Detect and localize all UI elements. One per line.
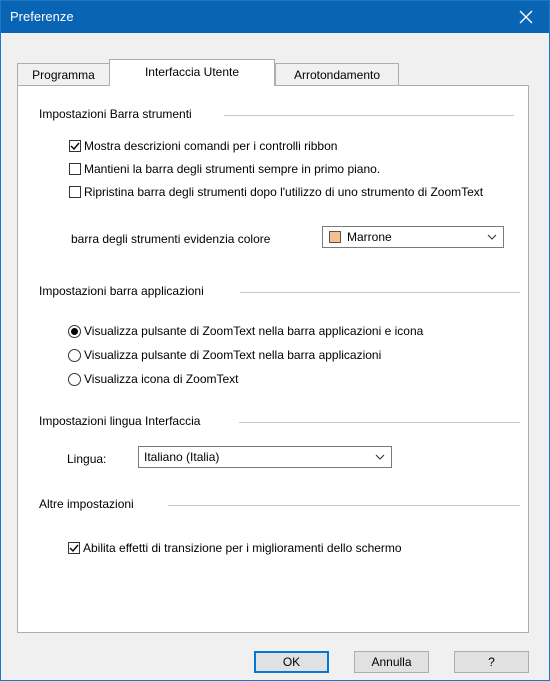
tab-panel: Impostazioni Barra strumenti Mostra desc… (17, 85, 529, 633)
checkbox-label: Mostra descrizioni comandi per i control… (84, 139, 338, 153)
chevron-down-icon (375, 454, 385, 460)
color-swatch (329, 231, 341, 243)
tab-interfaccia-utente[interactable]: Interfaccia Utente (109, 59, 275, 86)
radio-button-and-icon[interactable]: Visualizza pulsante di ZoomText nella ba… (68, 324, 423, 338)
window-title: Preferenze (10, 9, 74, 24)
divider (224, 115, 514, 116)
language-label: Lingua: (67, 452, 107, 466)
tab-label: Programma (32, 68, 95, 82)
button-label: OK (282, 655, 301, 669)
checkbox-box[interactable] (68, 542, 80, 554)
radio-icon-only[interactable]: Visualizza icona di ZoomText (68, 372, 239, 386)
tab-label: Arrotondamento (293, 68, 381, 82)
divider (168, 505, 520, 506)
checkbox-box[interactable] (69, 186, 81, 198)
close-button[interactable] (503, 1, 549, 33)
tab-arrotondamento[interactable]: Arrotondamento (275, 63, 399, 85)
tab-label: Interfaccia Utente (144, 65, 240, 79)
checkbox-box[interactable] (69, 140, 81, 152)
checkbox-restore-toolbar[interactable]: Ripristina barra degli strumenti dopo l'… (69, 185, 483, 199)
close-icon (519, 10, 533, 24)
radio-button-only[interactable]: Visualizza pulsante di ZoomText nella ba… (68, 348, 381, 362)
button-label: ? (488, 655, 495, 669)
tab-programma[interactable]: Programma (17, 63, 110, 85)
checkbox-toolbar-on-top[interactable]: Mantieni la barra degli strumenti sempre… (69, 162, 380, 176)
radio-label: Visualizza pulsante di ZoomText nella ba… (84, 348, 382, 362)
radio-circle[interactable] (68, 372, 81, 386)
group-title-appbar: Impostazioni barra applicazioni (39, 284, 204, 298)
radio-circle[interactable] (68, 324, 81, 338)
radio-circle[interactable] (68, 348, 81, 362)
checkbox-label: Mantieni la barra degli strumenti sempre… (84, 162, 381, 176)
radio-label: Visualizza icona di ZoomText (84, 372, 239, 386)
language-select[interactable]: Italiano (Italia) (138, 446, 392, 468)
help-button[interactable]: ? (454, 651, 529, 673)
radio-selected-dot (71, 327, 78, 335)
group-title-toolbar: Impostazioni Barra strumenti (39, 107, 192, 121)
cancel-button[interactable]: Annulla (354, 651, 429, 673)
radio-label: Visualizza pulsante di ZoomText nella ba… (84, 324, 424, 338)
checkbox-show-tooltips[interactable]: Mostra descrizioni comandi per i control… (69, 139, 337, 153)
select-value: Italiano (Italia) (144, 450, 220, 464)
group-title-other: Altre impostazioni (39, 497, 134, 511)
divider (239, 422, 520, 423)
chevron-down-icon (487, 234, 497, 240)
group-title-language: Impostazioni lingua Interfaccia (39, 414, 201, 428)
divider (240, 292, 520, 293)
checkbox-label: Ripristina barra degli strumenti dopo l'… (84, 185, 484, 199)
ok-button[interactable]: OK (254, 651, 329, 673)
button-label: Annulla (371, 655, 412, 669)
title-bar: Preferenze (1, 1, 549, 33)
checkmark-icon (70, 142, 80, 151)
checkmark-icon (69, 544, 79, 553)
highlight-color-select[interactable]: Marrone (322, 226, 504, 248)
highlight-color-label: barra degli strumenti evidenzia colore (71, 232, 271, 246)
preferences-dialog: Preferenze Programma Interfaccia Utente … (0, 0, 550, 681)
select-value: Marrone (347, 230, 392, 244)
checkbox-box[interactable] (69, 163, 81, 175)
checkbox-transition-effects[interactable]: Abilita effetti di transizione per i mig… (68, 541, 402, 555)
checkbox-label: Abilita effetti di transizione per i mig… (83, 541, 402, 555)
